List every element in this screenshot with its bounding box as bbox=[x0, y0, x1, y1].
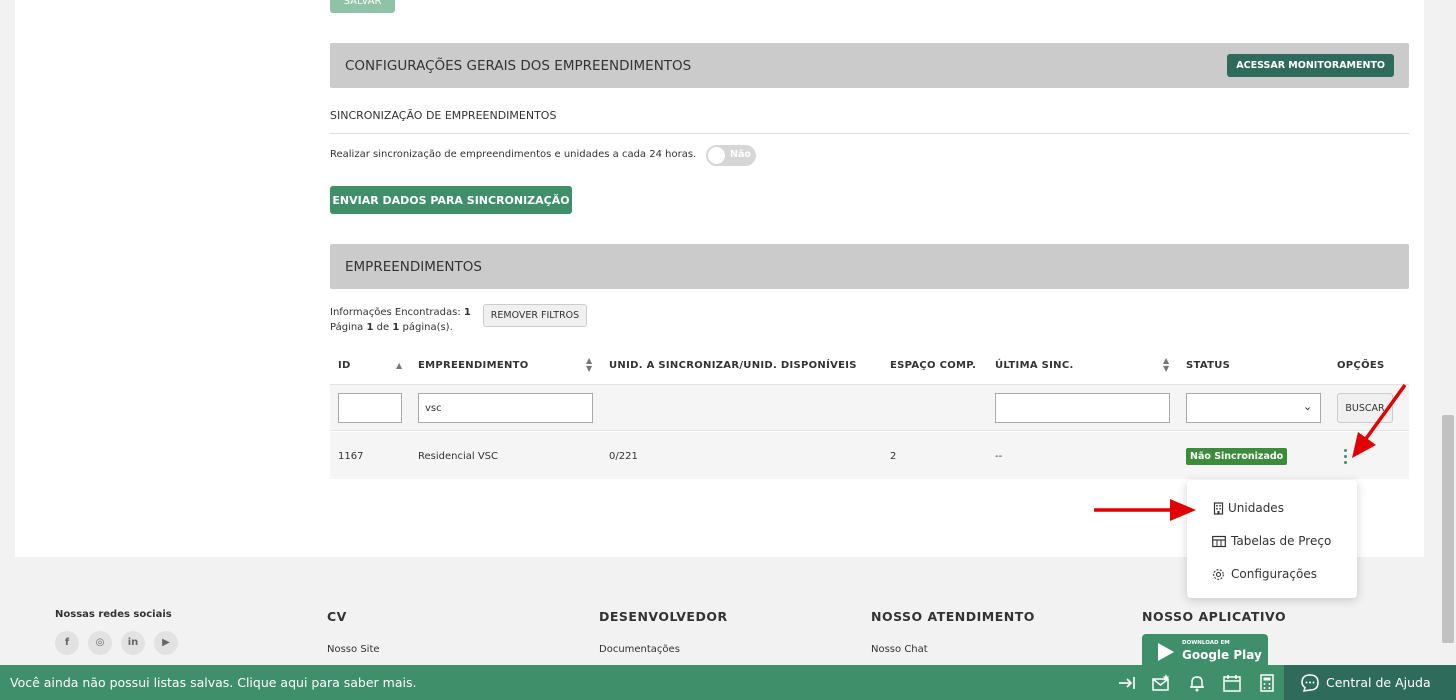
linkedin-icon[interactable]: in bbox=[121, 631, 145, 655]
scrollbar-thumb[interactable] bbox=[1442, 415, 1454, 643]
header-empreendimento[interactable]: EMPREENDIMENTO bbox=[418, 360, 529, 371]
annotation-arrow-icon bbox=[1352, 383, 1407, 458]
footer-dev-title: DESENVOLVEDOR bbox=[599, 609, 728, 624]
calendar-icon[interactable] bbox=[1222, 673, 1242, 693]
sort-icon[interactable]: ▲ ▼ bbox=[1163, 357, 1169, 373]
cell-empreendimento: Residencial VSC bbox=[418, 451, 499, 462]
help-center-button[interactable]: Central de Ajuda bbox=[1284, 665, 1456, 700]
table-icon bbox=[1212, 535, 1226, 548]
send-sync-button[interactable]: ENVIAR DADOS PARA SINCRONIZAÇÃO bbox=[330, 186, 572, 214]
youtube-icon[interactable]: ▶ bbox=[154, 631, 178, 655]
empreendimento-filter-input[interactable] bbox=[418, 393, 593, 423]
found-count: 1 bbox=[463, 307, 471, 318]
menu-item-tabelas[interactable]: Tabelas de Preço bbox=[1231, 534, 1331, 548]
save-button[interactable]: SALVAR bbox=[330, 0, 395, 13]
page-current: 1 bbox=[366, 322, 374, 333]
results-info: Informações Encontradas: 1 Página 1 de 1… bbox=[330, 305, 471, 335]
bell-icon[interactable] bbox=[1187, 673, 1207, 693]
page-prefix: Página bbox=[330, 322, 364, 333]
footer-link-docs[interactable]: Documentações bbox=[599, 644, 680, 655]
sync-toggle[interactable]: Não bbox=[706, 145, 756, 166]
annotation-arrow-icon bbox=[1094, 499, 1196, 521]
cell-ultima: -- bbox=[995, 451, 1003, 462]
monitor-button[interactable]: ACESSAR MONITORAMENTO bbox=[1227, 54, 1394, 77]
cell-id: 1167 bbox=[338, 451, 364, 462]
header-status: STATUS bbox=[1186, 360, 1231, 371]
sort-icon[interactable]: ▲ ▼ bbox=[586, 357, 592, 373]
status-filter-select[interactable] bbox=[1186, 393, 1321, 423]
footer-link-chat[interactable]: Nosso Chat bbox=[871, 644, 928, 655]
gear-icon bbox=[1213, 569, 1224, 580]
page-total: 1 bbox=[392, 322, 400, 333]
chat-icon bbox=[1301, 674, 1319, 692]
options-menu: Unidades Tabelas de Preço Configurações bbox=[1187, 480, 1357, 598]
mail-star-icon[interactable] bbox=[1151, 673, 1171, 693]
gplay-big-text: Google Play bbox=[1182, 648, 1262, 662]
collapse-icon[interactable] bbox=[1117, 673, 1137, 693]
instagram-icon[interactable]: ◎ bbox=[88, 631, 112, 655]
found-label: Informações Encontradas: bbox=[330, 307, 461, 318]
sort-asc-icon[interactable]: ▲ bbox=[396, 361, 402, 370]
list-section-title: EMPREENDIMENTOS bbox=[345, 259, 482, 275]
sync-description: Realizar sincronização de empreendimento… bbox=[330, 149, 697, 160]
building-icon bbox=[1213, 502, 1224, 515]
settings-section-header: CONFIGURAÇÕES GERAIS DOS EMPREENDIMENTOS… bbox=[330, 43, 1409, 88]
header-unidades: UNID. A SINCRONIZAR/UNID. DISPONÍVEIS bbox=[609, 360, 857, 371]
list-section-header: EMPREENDIMENTOS bbox=[330, 244, 1409, 289]
header-opcoes: OPÇÕES bbox=[1337, 360, 1385, 371]
footer-cv-title: CV bbox=[327, 609, 347, 624]
saved-lists-message[interactable]: Você ainda não possui listas salvas. Cli… bbox=[10, 675, 416, 690]
remove-filters-button[interactable]: REMOVER FILTROS bbox=[483, 304, 587, 327]
menu-item-configuracoes[interactable]: Configurações bbox=[1231, 567, 1317, 581]
header-espaco: ESPAÇO COMP. bbox=[890, 360, 977, 371]
toggle-label: Não bbox=[730, 149, 751, 160]
footer-link-site[interactable]: Nosso Site bbox=[327, 644, 380, 655]
menu-item-unidades[interactable]: Unidades bbox=[1228, 501, 1284, 515]
sync-title: SINCRONIZAÇÃO DE EMPREENDIMENTOS bbox=[330, 109, 557, 122]
settings-section-title: CONFIGURAÇÕES GERAIS DOS EMPREENDIMENTOS bbox=[345, 58, 692, 74]
id-filter-input[interactable] bbox=[338, 393, 402, 423]
ultima-filter-input[interactable] bbox=[995, 393, 1170, 423]
page-of: de bbox=[376, 322, 390, 333]
bottom-bar: Você ainda não possui listas salvas. Cli… bbox=[0, 665, 1456, 700]
play-store-icon bbox=[1158, 643, 1174, 661]
gplay-small-text: DOWNLOAD EM bbox=[1182, 640, 1230, 646]
cell-espaco: 2 bbox=[890, 451, 897, 462]
chevron-down-icon: ⌄ bbox=[1303, 400, 1313, 413]
footer-atendimento-title: NOSSO ATENDIMENTO bbox=[871, 609, 1035, 624]
toggle-knob bbox=[708, 147, 725, 164]
footer-app-title: NOSSO APLICATIVO bbox=[1142, 609, 1287, 624]
calculator-icon[interactable] bbox=[1257, 673, 1277, 693]
help-center-label: Central de Ajuda bbox=[1326, 675, 1431, 690]
page-suffix: página(s). bbox=[402, 322, 453, 333]
cell-unidades: 0/221 bbox=[609, 451, 638, 462]
facebook-icon[interactable]: f bbox=[55, 631, 79, 655]
header-id[interactable]: ID bbox=[338, 360, 351, 371]
header-ultima[interactable]: ÚLTIMA SINC. bbox=[995, 360, 1074, 371]
divider bbox=[330, 133, 1409, 134]
page-scrollbar[interactable] bbox=[1440, 0, 1456, 665]
status-badge: Não Sincronizado bbox=[1186, 448, 1288, 465]
social-title: Nossas redes sociais bbox=[55, 609, 172, 620]
